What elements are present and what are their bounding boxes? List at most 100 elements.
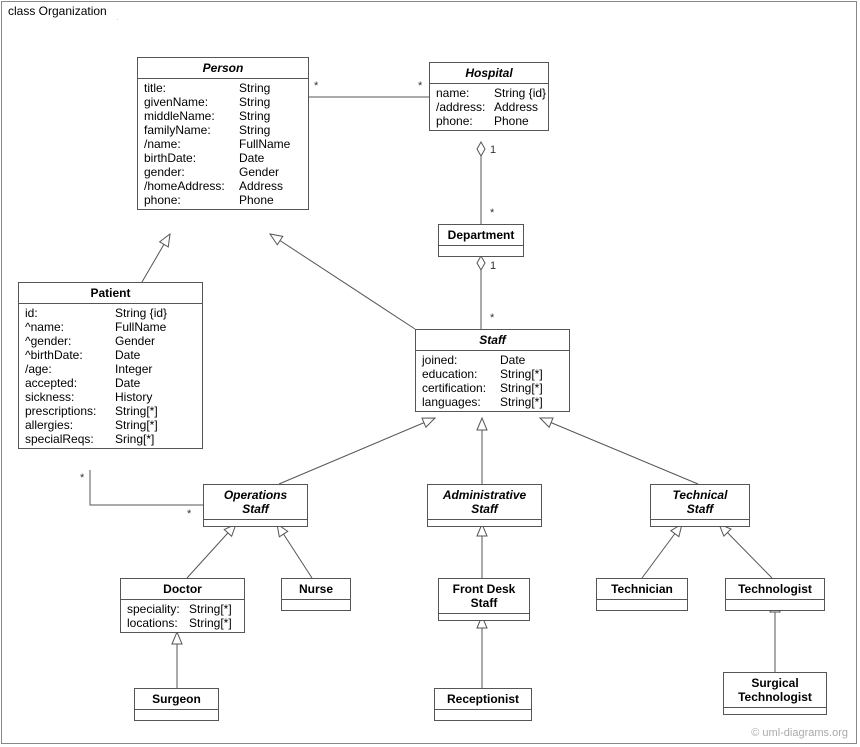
attr-type: String[*]	[189, 616, 232, 630]
attr-name: languages:	[422, 395, 500, 409]
class-doctor: Doctor speciality:String[*]locations:Str…	[120, 578, 245, 633]
attr-type: String[*]	[500, 381, 543, 395]
attr-name: /address:	[436, 100, 494, 114]
attr-type: String[*]	[189, 602, 232, 616]
attr-type: Date	[500, 353, 525, 367]
class-tech-staff: Technical Staff	[650, 484, 750, 527]
attr-name: givenName:	[144, 95, 239, 109]
class-hospital: Hospital name:String {id}/address:Addres…	[429, 62, 549, 131]
attr-type: FullName	[239, 137, 290, 151]
attr-name: education:	[422, 367, 500, 381]
class-surg-tech-title: Surgical Technologist	[724, 673, 826, 707]
attr-type: Date	[115, 348, 140, 362]
attr-name: joined:	[422, 353, 500, 367]
class-person-attrs: title:StringgivenName:StringmiddleName:S…	[138, 79, 308, 209]
class-admin-staff: Administrative Staff	[427, 484, 542, 527]
attr-name: id:	[25, 306, 115, 320]
class-surgical-technologist: Surgical Technologist	[723, 672, 827, 715]
class-receptionist: Receptionist	[434, 688, 532, 721]
attr-type: Integer	[115, 362, 152, 376]
attr-type: String[*]	[115, 404, 158, 418]
class-technician: Technician	[596, 578, 688, 611]
attr-type: Sring[*]	[115, 432, 154, 446]
diagram-frame: class Organization	[1, 1, 857, 744]
attr-type: Phone	[239, 193, 274, 207]
attr-name: ^birthDate:	[25, 348, 115, 362]
class-hospital-attrs: name:String {id}/address:Addressphone:Ph…	[430, 84, 548, 130]
class-nurse: Nurse	[281, 578, 351, 611]
attr-type: String	[239, 123, 270, 137]
attr-type: String[*]	[115, 418, 158, 432]
mult-person-hosp-right: *	[418, 80, 422, 92]
class-front-desk: Front Desk Staff	[438, 578, 530, 621]
attr-name: /age:	[25, 362, 115, 376]
attr-type: History	[115, 390, 152, 404]
class-person: Person title:StringgivenName:Stringmiddl…	[137, 57, 309, 210]
class-hospital-title: Hospital	[430, 63, 548, 84]
attr-type: Gender	[115, 334, 155, 348]
attr-type: Address	[239, 179, 283, 193]
class-patient: Patient id:String {id}^name:FullName^gen…	[18, 282, 203, 449]
attr-name: speciality:	[127, 602, 189, 616]
mult-person-hosp-left: *	[314, 80, 318, 92]
attr-name: name:	[436, 86, 494, 100]
attr-type: Date	[115, 376, 140, 390]
class-department: Department	[438, 224, 524, 257]
attr-name: phone:	[144, 193, 239, 207]
attr-name: ^gender:	[25, 334, 115, 348]
class-front-desk-title: Front Desk Staff	[439, 579, 529, 613]
attr-type: String	[239, 109, 270, 123]
attr-name: ^name:	[25, 320, 115, 334]
class-department-title: Department	[439, 225, 523, 246]
class-nurse-title: Nurse	[282, 579, 350, 600]
mult-patient-ops-right: *	[187, 508, 191, 520]
attr-name: birthDate:	[144, 151, 239, 165]
attr-type: FullName	[115, 320, 166, 334]
mult-dept-staff-star: *	[490, 312, 494, 324]
frame-title-tab: class Organization	[1, 1, 118, 20]
attr-name: familyName:	[144, 123, 239, 137]
attr-name: gender:	[144, 165, 239, 179]
mult-patient-ops-left: *	[80, 472, 84, 484]
class-doctor-attrs: speciality:String[*]locations:String[*]	[121, 600, 244, 632]
class-patient-title: Patient	[19, 283, 202, 304]
class-patient-attrs: id:String {id}^name:FullName^gender:Gend…	[19, 304, 202, 448]
attr-type: String	[239, 81, 270, 95]
attr-name: certification:	[422, 381, 500, 395]
mult-hosp-dept-1: 1	[490, 144, 496, 156]
attr-name: locations:	[127, 616, 189, 630]
attr-type: String {id}	[115, 306, 167, 320]
attr-name: prescriptions:	[25, 404, 115, 418]
attr-name: /name:	[144, 137, 239, 151]
attr-type: Address	[494, 100, 538, 114]
attr-type: String[*]	[500, 395, 543, 409]
class-surgeon: Surgeon	[134, 688, 219, 721]
attr-type: String {id}	[494, 86, 546, 100]
attr-name: /homeAddress:	[144, 179, 239, 193]
attr-name: accepted:	[25, 376, 115, 390]
class-surgeon-title: Surgeon	[135, 689, 218, 710]
class-operations-staff: Operations Staff	[203, 484, 308, 527]
attr-name: allergies:	[25, 418, 115, 432]
class-ops-title: Operations Staff	[204, 485, 307, 519]
watermark: © uml-diagrams.org	[751, 727, 848, 739]
attr-name: middleName:	[144, 109, 239, 123]
class-tech-title: Technical Staff	[651, 485, 749, 519]
attr-type: Phone	[494, 114, 529, 128]
mult-dept-staff-1: 1	[490, 260, 496, 272]
class-technologist: Technologist	[725, 578, 825, 611]
class-technician-title: Technician	[597, 579, 687, 600]
class-receptionist-title: Receptionist	[435, 689, 531, 710]
attr-name: phone:	[436, 114, 494, 128]
class-person-title: Person	[138, 58, 308, 79]
attr-type: Gender	[239, 165, 279, 179]
class-staff: Staff joined:Dateeducation:String[*]cert…	[415, 329, 570, 412]
mult-hosp-dept-star: *	[490, 207, 494, 219]
class-staff-attrs: joined:Dateeducation:String[*]certificat…	[416, 351, 569, 411]
frame-title: class Organization	[8, 4, 107, 18]
class-technologist-title: Technologist	[726, 579, 824, 600]
class-staff-title: Staff	[416, 330, 569, 351]
attr-name: sickness:	[25, 390, 115, 404]
attr-name: title:	[144, 81, 239, 95]
class-doctor-title: Doctor	[121, 579, 244, 600]
